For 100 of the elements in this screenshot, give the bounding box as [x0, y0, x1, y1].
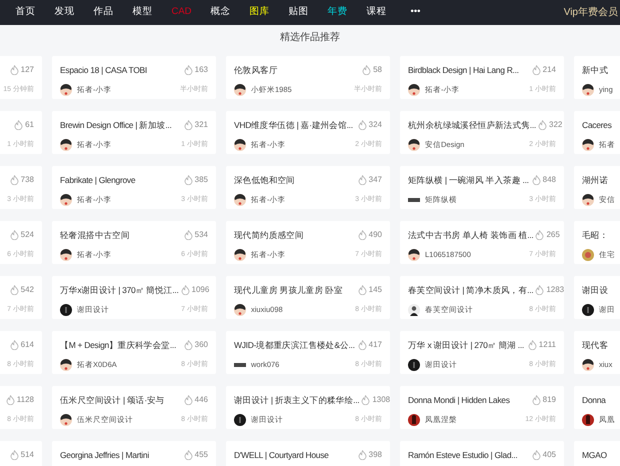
view-count: 848: [542, 174, 556, 186]
nav-link[interactable]: 作品: [84, 5, 123, 20]
work-title[interactable]: 杭州余杭绿城溪径恒庐新法式隽...: [408, 118, 536, 132]
work-card[interactable]: MGAO: [574, 441, 620, 466]
work-title[interactable]: 湖州诺: [582, 174, 608, 186]
flame-icon: [358, 230, 367, 240]
view-count: 1283: [546, 284, 564, 296]
flame-icon: [361, 395, 370, 405]
view-count: 145: [368, 284, 382, 296]
view-count: 405: [542, 449, 556, 461]
view-count: 398: [368, 449, 382, 461]
flame-icon: [6, 395, 15, 405]
work-title[interactable]: 万华 x 谢田设计 | 270㎡ 簡湖 ...: [408, 338, 524, 352]
work-title[interactable]: 伍米尺空间设计 | 颂话·安与: [60, 394, 164, 406]
work-title[interactable]: 轻奢混搭中古空间: [60, 228, 130, 242]
work-title[interactable]: Espacio 18 | CASA TOBI: [60, 64, 147, 76]
flame-icon: [532, 395, 541, 405]
flame-icon: [358, 175, 367, 185]
flame-icon: [184, 65, 193, 75]
work-title[interactable]: 现代简约质感空间: [234, 228, 304, 242]
view-count: 819: [542, 394, 556, 406]
flame-icon: [184, 395, 193, 405]
flame-icon: [358, 120, 367, 130]
view-count: 385: [194, 174, 208, 186]
view-count: 58: [373, 64, 382, 76]
work-title[interactable]: Donna Mondi | Hidden Lakes: [408, 394, 510, 406]
work-title[interactable]: Georgina Jeffries | Martini: [60, 448, 149, 462]
work-title[interactable]: WJID-境都重庆滨江售楼处&公...: [234, 338, 355, 352]
work-title[interactable]: Fabrikate | Glengrove: [60, 174, 136, 186]
flame-icon: [14, 120, 24, 130]
avatar-icon: [582, 304, 594, 316]
flame-icon: [10, 340, 19, 350]
work-title[interactable]: VHD维度华伍德 | 嘉·建州会馆...: [234, 118, 353, 132]
nav-link[interactable]: 课程: [357, 5, 396, 20]
view-count: 446: [194, 394, 208, 406]
flame-icon: [535, 285, 544, 295]
avatar-icon: [234, 139, 246, 151]
view-count: 265: [546, 229, 560, 241]
view-count: 321: [194, 119, 208, 131]
work-title[interactable]: 现代儿童房 男孩儿童房 卧室: [234, 284, 343, 296]
work-title[interactable]: Brewin Design Office | 新加坡...: [60, 118, 172, 132]
avatar-icon: [582, 194, 594, 206]
flame-icon: [10, 450, 19, 460]
view-count: 347: [368, 174, 382, 186]
avatar-icon: [582, 359, 594, 371]
work-title[interactable]: Donna: [582, 394, 606, 406]
avatar-icon: [408, 414, 420, 426]
work-title[interactable]: 谢田设: [582, 284, 608, 296]
work-title[interactable]: 春芙空间设计 | 简净木质风，有...: [408, 284, 534, 296]
view-count: 514: [20, 449, 34, 461]
nav-link[interactable]: 发现: [45, 5, 84, 20]
avatar-icon: [60, 414, 72, 426]
avatar-icon: [234, 304, 246, 316]
flame-icon: [10, 230, 19, 240]
work-title[interactable]: Birdblack Design | Hai Lang R...: [408, 64, 519, 76]
work-title[interactable]: 新中式: [582, 64, 608, 76]
work-card[interactable]: Ramón Esteve Estudio | Glad... 405: [400, 441, 564, 466]
work-title[interactable]: 深色低饱和空间: [234, 174, 295, 186]
work-title[interactable]: 伦敦风客厅: [234, 64, 278, 76]
avatar-icon: [408, 139, 420, 151]
nav-link[interactable]: •••: [396, 5, 435, 20]
avatar-icon: [234, 249, 246, 261]
nav-link[interactable]: 图库: [240, 5, 279, 20]
nav-link[interactable]: 模型: [123, 5, 162, 20]
view-count: 524: [20, 229, 34, 241]
work-title[interactable]: 【M + Design】重庆科学会堂...: [60, 338, 176, 352]
nav-link[interactable]: 首页: [6, 5, 45, 20]
avatar-icon: [60, 139, 72, 151]
work-title[interactable]: D'WELL | Courtyard House: [234, 448, 329, 462]
flame-icon: [358, 285, 367, 295]
flame-icon: [358, 450, 367, 460]
vip-membership-link[interactable]: Vip年费会员: [564, 5, 618, 20]
view-count: 1096: [192, 284, 210, 296]
nav-link[interactable]: 概念: [201, 5, 240, 20]
work-title[interactable]: Ramón Esteve Estudio | Glad...: [408, 448, 518, 462]
view-count: 455: [194, 449, 208, 461]
flame-icon: [532, 65, 541, 75]
flame-icon: [532, 175, 541, 185]
work-card[interactable]: Georgina Jeffries | Martini 455: [52, 441, 216, 466]
avatar-icon: [408, 84, 420, 96]
view-count: 542: [20, 284, 34, 296]
work-title[interactable]: 现代客: [582, 338, 608, 352]
work-title[interactable]: 毛昭：: [582, 228, 608, 242]
flame-icon: [358, 340, 367, 350]
avatar-icon: [582, 139, 594, 151]
flame-icon: [528, 340, 537, 350]
nav-link[interactable]: 贴图: [279, 5, 318, 20]
avatar-icon: [582, 414, 594, 426]
work-title[interactable]: 矩阵纵横 | 一碗湖风 半入茶趣 ...: [408, 174, 529, 186]
nav-link[interactable]: 年费: [318, 5, 357, 20]
work-title[interactable]: MGAO: [582, 448, 607, 462]
work-card[interactable]: D'WELL | Courtyard House 398: [226, 441, 390, 466]
work-title[interactable]: 法式中古书房 单人椅 装饰画 植...: [408, 228, 534, 242]
avatar-icon: [582, 249, 594, 261]
work-title[interactable]: Caceres: [582, 118, 612, 132]
work-title[interactable]: 谢田设计 | 折衷主义下的糅华绘...: [234, 394, 360, 406]
view-count: 490: [368, 229, 382, 241]
work-title[interactable]: 万华x谢田设计 | 370㎡ 簡悦江...: [60, 284, 179, 296]
work-card[interactable]: 514: [0, 441, 42, 466]
avatar-icon: [408, 249, 420, 261]
